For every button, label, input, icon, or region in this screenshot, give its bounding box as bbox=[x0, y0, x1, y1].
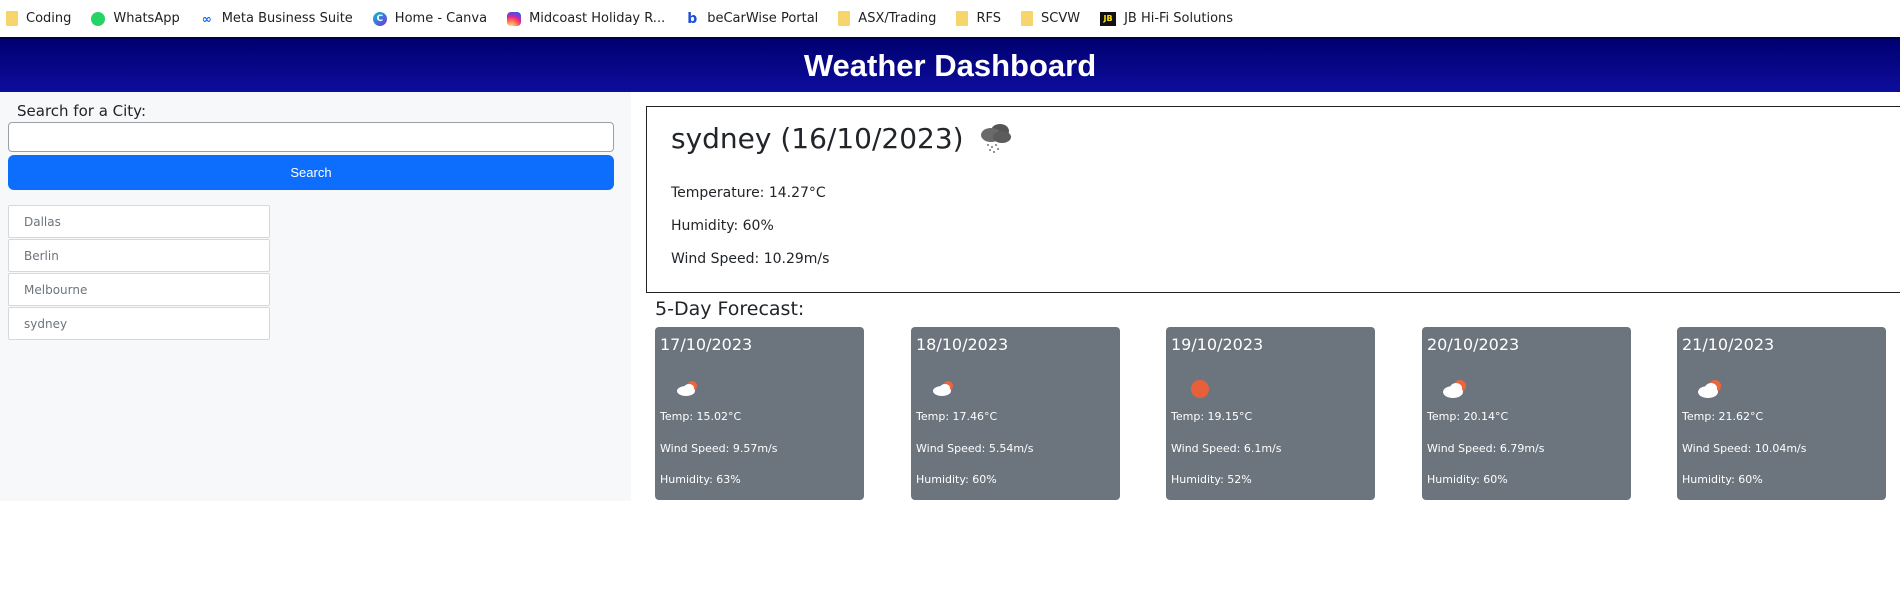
current-city-date: sydney (16/10/2023) bbox=[671, 121, 964, 155]
bookmark-midcoast[interactable]: Midcoast Holiday R... bbox=[507, 11, 665, 26]
bookmark-rfs[interactable]: RFS bbox=[956, 11, 1001, 26]
bookmark-canva[interactable]: C Home - Canva bbox=[372, 11, 488, 26]
forecast-humidity: Humidity: 60% bbox=[916, 473, 997, 486]
forecast-heading: 5-Day Forecast: bbox=[655, 298, 805, 320]
bookmark-meta-business-suite[interactable]: ∞ Meta Business Suite bbox=[200, 11, 353, 26]
forecast-card: 18/10/2023 Temp: 17.46°C Wind Speed: 5.5… bbox=[911, 327, 1120, 500]
history-item-dallas[interactable]: Dallas bbox=[8, 205, 270, 238]
forecast-card: 19/10/2023 Temp: 19.15°C Wind Speed: 6.1… bbox=[1166, 327, 1375, 500]
forecast-humidity: Humidity: 60% bbox=[1682, 473, 1763, 486]
partly-cloudy-icon bbox=[931, 377, 959, 399]
forecast-card: 21/10/2023 Temp: 21.62°C Wind Speed: 10.… bbox=[1677, 327, 1886, 500]
forecast-wind: Wind Speed: 6.1m/s bbox=[1171, 442, 1282, 455]
page-title: Weather Dashboard bbox=[803, 47, 1097, 83]
forecast-temp: Temp: 20.14°C bbox=[1427, 410, 1509, 423]
rain-cloud-icon bbox=[978, 121, 1014, 155]
folder-icon bbox=[6, 11, 18, 26]
search-panel: Search for a City: Search Dallas Berlin … bbox=[0, 92, 631, 501]
forecast-wind: Wind Speed: 5.54m/s bbox=[916, 442, 1034, 455]
folder-icon bbox=[956, 11, 969, 26]
forecast-wind: Wind Speed: 10.04m/s bbox=[1682, 442, 1807, 455]
forecast-date: 17/10/2023 bbox=[660, 335, 753, 354]
current-weather-card: sydney (16/10/2023) Temperature: 14.27°C… bbox=[646, 106, 1900, 293]
current-temperature: Temperature: 14.27°C bbox=[671, 185, 826, 201]
forecast-date: 19/10/2023 bbox=[1171, 335, 1264, 354]
page-header: Weather Dashboard bbox=[0, 37, 1900, 92]
current-wind-speed: Wind Speed: 10.29m/s bbox=[671, 251, 830, 267]
becarwise-icon: b bbox=[687, 10, 698, 27]
bookmark-label: Midcoast Holiday R... bbox=[529, 11, 666, 26]
partly-cloudy-icon bbox=[1697, 377, 1725, 399]
forecast-temp: Temp: 19.15°C bbox=[1171, 410, 1253, 423]
instagram-icon bbox=[507, 11, 522, 26]
sun-icon bbox=[1186, 377, 1214, 399]
bookmark-label: WhatsApp bbox=[113, 11, 180, 26]
bookmark-becarwise[interactable]: b beCarWise Portal bbox=[685, 10, 819, 27]
search-history-list: Dallas Berlin Melbourne sydney bbox=[8, 205, 270, 341]
bookmark-asx-trading[interactable]: ASX/Trading bbox=[838, 11, 936, 26]
current-humidity: Humidity: 60% bbox=[671, 218, 774, 234]
bookmark-label: RFS bbox=[976, 11, 1001, 26]
forecast-card: 17/10/2023 Temp: 15.02°C Wind Speed: 9.5… bbox=[655, 327, 864, 500]
folder-icon bbox=[838, 11, 851, 26]
history-item-berlin[interactable]: Berlin bbox=[8, 239, 270, 272]
bookmarks-bar: Coding WhatsApp ∞ Meta Business Suite C Ho… bbox=[0, 0, 1535, 37]
search-button[interactable]: Search bbox=[8, 155, 614, 190]
current-weather-heading: sydney (16/10/2023) bbox=[671, 121, 1014, 155]
forecast-wind: Wind Speed: 6.79m/s bbox=[1427, 442, 1545, 455]
folder-icon bbox=[1020, 11, 1033, 26]
city-search-input[interactable] bbox=[8, 122, 614, 152]
bookmark-jb-hifi[interactable]: JB JB Hi-Fi Solutions bbox=[1100, 11, 1233, 26]
bookmark-label: JB Hi-Fi Solutions bbox=[1124, 11, 1234, 26]
jbhifi-icon: JB bbox=[1100, 11, 1117, 26]
forecast-humidity: Humidity: 52% bbox=[1171, 473, 1252, 486]
meta-icon: ∞ bbox=[201, 11, 212, 26]
bookmark-label: ASX/Trading bbox=[858, 11, 937, 26]
bookmark-label: beCarWise Portal bbox=[707, 11, 819, 26]
forecast-humidity: Humidity: 60% bbox=[1427, 473, 1508, 486]
forecast-temp: Temp: 15.02°C bbox=[660, 410, 742, 423]
bookmark-scvw[interactable]: SCVW bbox=[1020, 11, 1081, 26]
history-item-sydney[interactable]: sydney bbox=[8, 307, 270, 340]
bookmark-label: SCVW bbox=[1040, 11, 1081, 26]
forecast-card: 20/10/2023 Temp: 20.14°C Wind Speed: 6.7… bbox=[1422, 327, 1631, 500]
forecast-date: 18/10/2023 bbox=[916, 335, 1009, 354]
forecast-wind: Wind Speed: 9.57m/s bbox=[660, 442, 778, 455]
partly-cloudy-icon bbox=[1442, 377, 1470, 399]
forecast-date: 21/10/2023 bbox=[1682, 335, 1775, 354]
forecast-temp: Temp: 21.62°C bbox=[1682, 410, 1764, 423]
search-label: Search for a City: bbox=[17, 102, 147, 120]
canva-icon: C bbox=[372, 11, 387, 26]
bookmark-whatsapp[interactable]: WhatsApp bbox=[91, 11, 180, 26]
bookmark-label: Home - Canva bbox=[394, 11, 488, 26]
partly-cloudy-icon bbox=[675, 377, 703, 399]
whatsapp-icon bbox=[91, 11, 106, 26]
history-item-melbourne[interactable]: Melbourne bbox=[8, 273, 270, 306]
bookmark-label: Coding bbox=[26, 11, 72, 26]
forecast-temp: Temp: 17.46°C bbox=[916, 410, 998, 423]
forecast-date: 20/10/2023 bbox=[1427, 335, 1520, 354]
forecast-humidity: Humidity: 63% bbox=[660, 473, 741, 486]
bookmark-label: Meta Business Suite bbox=[221, 11, 353, 26]
bookmark-coding[interactable]: Coding bbox=[6, 11, 71, 26]
